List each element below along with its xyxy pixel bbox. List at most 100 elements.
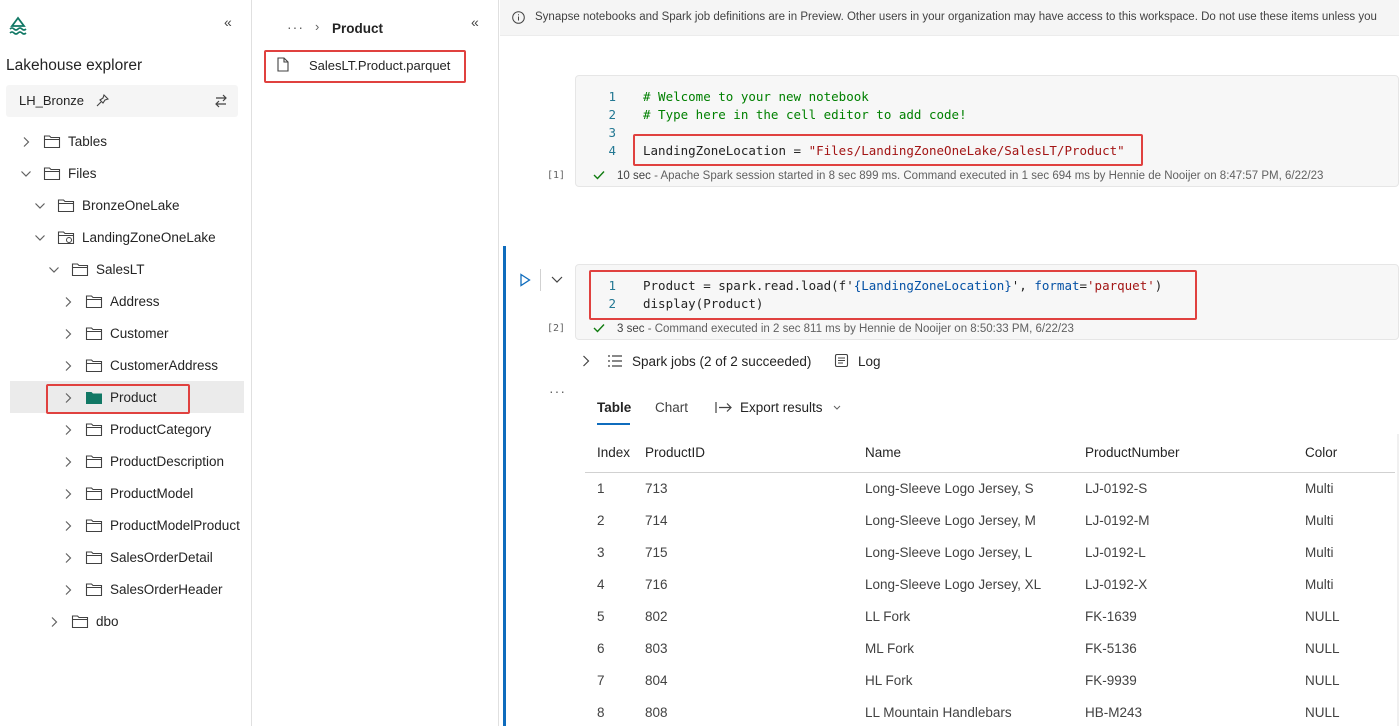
table-row[interactable]: 7 804 HL Fork FK-9939 NULL xyxy=(585,664,1395,696)
folder-icon xyxy=(85,359,103,373)
tree-item-label: Product xyxy=(110,390,157,405)
chevron-right-icon[interactable] xyxy=(62,488,74,500)
tree-item-label: SalesOrderHeader xyxy=(110,582,223,597)
code-line: # Type here in the cell editor to add co… xyxy=(643,107,967,122)
tree-item[interactable]: dbo xyxy=(0,606,234,638)
explorer-title: Lakehouse explorer xyxy=(6,57,143,74)
run-cell-icon[interactable] xyxy=(519,273,531,287)
tab-chart[interactable]: Chart xyxy=(655,400,688,415)
export-results-button[interactable]: Export results xyxy=(740,400,823,415)
tree-item[interactable]: ProductDescription xyxy=(0,446,234,478)
folder-icon xyxy=(85,455,103,469)
table-cell: 4 xyxy=(597,576,605,592)
line-number: 3 xyxy=(608,125,616,140)
tree-item[interactable]: Product xyxy=(0,382,234,414)
chevron-right-icon[interactable] xyxy=(62,360,74,372)
tree-item[interactable]: Files xyxy=(0,158,234,190)
table-row[interactable]: 3 715 Long-Sleeve Logo Jersey, L LJ-0192-L M… xyxy=(585,536,1395,568)
folder-icon xyxy=(85,583,103,597)
switch-icon[interactable] xyxy=(214,94,228,108)
code-token: ) xyxy=(1154,278,1163,293)
double-chevron-left-icon[interactable]: « xyxy=(224,14,232,30)
table-cell: LJ-0192-S xyxy=(1085,480,1148,496)
breadcrumb-separator-icon: › xyxy=(315,19,320,34)
chevron-down-icon[interactable] xyxy=(34,200,46,212)
code-operator: = xyxy=(786,143,809,158)
table-cell: FK-1639 xyxy=(1085,608,1137,624)
table-row[interactable]: 4 716 Long-Sleeve Logo Jersey, XL LJ-0192-X… xyxy=(585,568,1395,600)
table-row[interactable]: 2 714 Long-Sleeve Logo Jersey, M LJ-0192-M M… xyxy=(585,504,1395,536)
tree-item[interactable]: CustomerAddress xyxy=(0,350,234,382)
tree-item[interactable]: ProductModel xyxy=(0,478,234,510)
pin-icon[interactable] xyxy=(96,94,109,107)
tree-item[interactable]: SalesOrderHeader xyxy=(0,574,234,606)
chevron-right-icon[interactable] xyxy=(62,584,74,596)
log-icon[interactable] xyxy=(834,353,849,368)
chevron-right-icon[interactable] xyxy=(62,520,74,532)
more-options-icon[interactable]: ··· xyxy=(549,383,566,399)
table-cell: LJ-0192-M xyxy=(1085,512,1150,528)
tree-item[interactable]: BronzeOneLake xyxy=(0,190,234,222)
chevron-down-icon[interactable] xyxy=(551,276,563,284)
tree-item[interactable]: ProductCategory xyxy=(0,414,234,446)
file-item[interactable]: SalesLT.Product.parquet xyxy=(265,50,465,82)
chevron-right-icon[interactable] xyxy=(62,392,74,404)
execution-count: [1] xyxy=(547,170,566,181)
table-row[interactable]: 8 808 LL Mountain Handlebars HB-M243 NULL xyxy=(585,696,1395,726)
table-cell: 803 xyxy=(645,640,668,656)
chevron-right-icon[interactable] xyxy=(48,616,60,628)
lakehouse-explorer-panel: « Lakehouse explorer LH_Bronze Tables Fil… xyxy=(0,0,252,726)
column-header[interactable]: ProductNumber xyxy=(1085,434,1305,473)
chevron-down-icon[interactable] xyxy=(48,264,60,276)
collapse-files-icon[interactable]: « xyxy=(471,14,479,30)
code-token: ', xyxy=(1011,278,1035,293)
chevron-down-icon[interactable] xyxy=(34,232,46,244)
line-number: 1 xyxy=(608,278,616,293)
spark-jobs-label[interactable]: Spark jobs (2 of 2 succeeded) xyxy=(632,354,811,369)
tree-item-label: ProductModel xyxy=(110,486,194,501)
column-header[interactable]: ProductID xyxy=(645,434,865,473)
folder-icon xyxy=(85,327,103,341)
tree-item[interactable]: Customer xyxy=(0,318,234,350)
chevron-right-icon[interactable] xyxy=(62,296,74,308)
table-cell: NULL xyxy=(1305,672,1340,688)
breadcrumb-current[interactable]: Product xyxy=(332,21,383,36)
table-cell: 714 xyxy=(645,512,668,528)
cell-2-editor[interactable]: 1 Product = spark.read.load(f'{LandingZo… xyxy=(590,278,1390,318)
line-number: 1 xyxy=(608,89,616,104)
table-row[interactable]: 1 713 Long-Sleeve Logo Jersey, S LJ-0192-S M… xyxy=(585,472,1395,504)
tree-item-label: Customer xyxy=(110,326,169,341)
tree-item[interactable]: LandingZoneOneLake xyxy=(0,222,234,254)
chevron-down-icon[interactable] xyxy=(833,405,841,411)
log-link[interactable]: Log xyxy=(858,354,881,369)
table-row[interactable]: 6 803 ML Fork FK-5136 NULL xyxy=(585,632,1395,664)
lakehouse-selector[interactable]: LH_Bronze xyxy=(6,85,238,117)
tree-item[interactable]: ProductModelProduct xyxy=(0,510,240,542)
table-cell: LJ-0192-L xyxy=(1085,544,1146,560)
status-text: - Command executed in 2 sec 811 ms by He… xyxy=(644,323,1074,335)
tree-item[interactable]: SalesOrderDetail xyxy=(0,542,234,574)
tab-table[interactable]: Table xyxy=(597,400,631,415)
column-header[interactable]: Name xyxy=(865,434,1085,473)
tree-item[interactable]: Address xyxy=(0,286,234,318)
table-row[interactable]: 5 802 LL Fork FK-1639 NULL xyxy=(585,600,1395,632)
column-header[interactable]: Index xyxy=(585,434,645,473)
tree-item[interactable]: Tables xyxy=(0,126,234,158)
column-header[interactable]: Color xyxy=(1305,434,1395,473)
chevron-right-icon[interactable] xyxy=(62,456,74,468)
active-tab-underline xyxy=(597,423,630,425)
chevron-right-icon[interactable] xyxy=(582,355,590,367)
chevron-right-icon[interactable] xyxy=(62,328,74,340)
table-cell: Long-Sleeve Logo Jersey, XL xyxy=(865,576,1042,592)
table-cell: 3 xyxy=(597,544,605,560)
chevron-right-icon[interactable] xyxy=(62,424,74,436)
document-icon xyxy=(277,57,289,72)
chevron-right-icon[interactable] xyxy=(62,552,74,564)
chevron-right-icon[interactable] xyxy=(20,136,32,148)
chevron-down-icon[interactable] xyxy=(20,168,32,180)
folder-icon xyxy=(71,615,89,629)
cell-1-editor[interactable]: 1 # Welcome to your new notebook 2 # Typ… xyxy=(590,89,1390,169)
breadcrumb-more[interactable]: ··· xyxy=(287,19,304,35)
tree-item[interactable]: SalesLT xyxy=(0,254,234,286)
line-number: 4 xyxy=(608,143,616,158)
